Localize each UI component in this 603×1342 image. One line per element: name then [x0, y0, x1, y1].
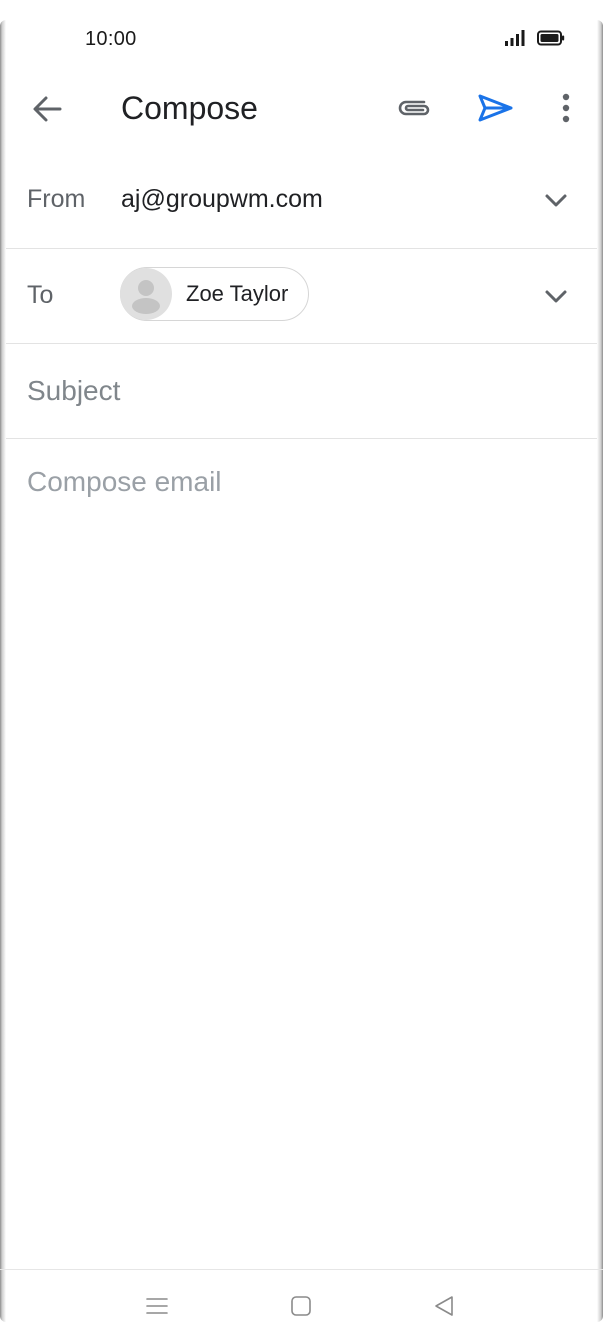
status-bar: 10:00	[0, 0, 603, 78]
arrow-back-icon[interactable]	[28, 90, 66, 128]
home-square-icon[interactable]	[289, 1294, 313, 1318]
compose-body-input[interactable]	[27, 466, 567, 1226]
send-icon[interactable]	[475, 90, 515, 126]
nav-back-triangle-icon[interactable]	[432, 1294, 456, 1318]
system-nav-bar	[0, 1269, 603, 1342]
app-bar: Compose	[0, 78, 603, 138]
from-label: From	[27, 185, 86, 213]
chevron-down-icon[interactable]	[542, 287, 570, 307]
recipient-name: Zoe Taylor	[186, 281, 289, 306]
subject-row	[6, 344, 597, 439]
more-vert-icon[interactable]	[552, 90, 580, 126]
device-edge-right	[597, 20, 603, 1322]
subject-input[interactable]	[27, 374, 567, 408]
device-screen: 10:00 Compose From aj@groupwm.com To Zoe…	[0, 0, 603, 1342]
to-row: To Zoe Taylor	[6, 249, 597, 344]
paperclip-icon[interactable]	[395, 92, 435, 124]
status-time: 10:00	[85, 28, 137, 50]
from-row: From aj@groupwm.com	[6, 155, 597, 249]
to-label: To	[27, 281, 54, 309]
signal-icon	[505, 30, 525, 46]
chevron-down-icon[interactable]	[542, 191, 570, 211]
recipient-chip[interactable]: Zoe Taylor	[120, 267, 310, 321]
avatar	[120, 268, 172, 320]
from-address[interactable]: aj@groupwm.com	[121, 185, 323, 214]
menu-icon[interactable]	[145, 1296, 169, 1316]
person-icon	[132, 280, 160, 314]
page-title: Compose	[121, 90, 258, 126]
battery-icon	[537, 30, 565, 46]
